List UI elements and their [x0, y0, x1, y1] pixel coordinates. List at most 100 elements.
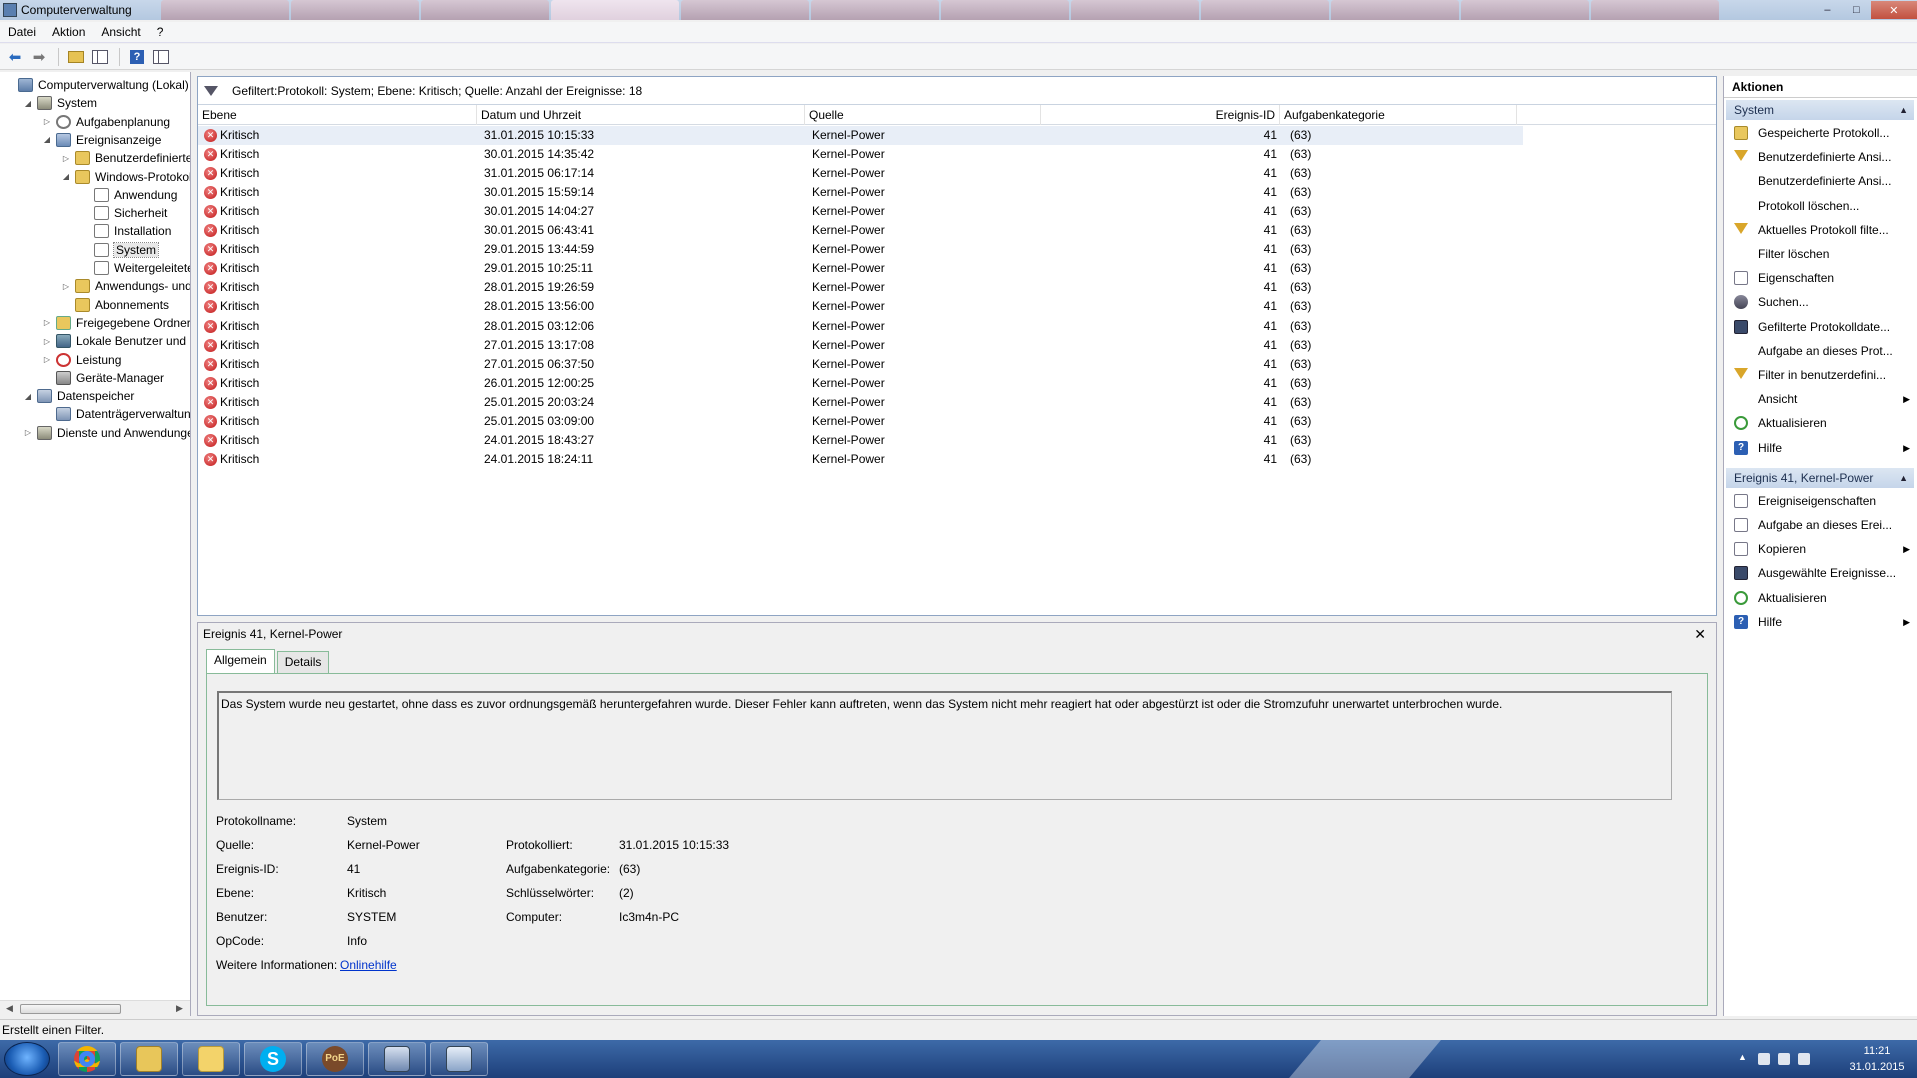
- expanded-arrow-icon[interactable]: ◢: [61, 172, 71, 181]
- taskbar-app-button[interactable]: [182, 1042, 240, 1076]
- browser-tab[interactable]: [1331, 0, 1459, 20]
- event-row[interactable]: ✕ Kritisch 27.01.2015 06:37:50 Kernel-Power…: [198, 355, 1523, 374]
- show-hide-action-pane-icon[interactable]: [150, 46, 172, 68]
- help-icon[interactable]: ?: [126, 46, 148, 68]
- event-row[interactable]: ✕ Kritisch 25.01.2015 20:03:24 Kernel-Power…: [198, 393, 1523, 412]
- tree-item[interactable]: System: [80, 241, 160, 259]
- taskbar-app-button[interactable]: [430, 1042, 488, 1076]
- taskbar-app-button[interactable]: PoE: [306, 1042, 364, 1076]
- browser-tab[interactable]: [1461, 0, 1589, 20]
- action-item[interactable]: Benutzerdefinierte Ansi...: [1724, 147, 1916, 167]
- event-row[interactable]: ✕ Kritisch 29.01.2015 13:44:59 Kernel-Power…: [198, 240, 1523, 259]
- tab-details[interactable]: Details: [276, 651, 330, 673]
- column-header-event-id[interactable]: Ereignis-ID: [1041, 105, 1280, 125]
- network-icon[interactable]: [1778, 1053, 1790, 1065]
- tree-item[interactable]: Datenträgerverwaltung: [42, 405, 190, 423]
- column-header-datetime[interactable]: Datum und Uhrzeit: [477, 105, 805, 125]
- collapsed-arrow-icon[interactable]: ▷: [42, 355, 52, 364]
- action-item[interactable]: Aktualisieren: [1724, 413, 1916, 433]
- event-description[interactable]: Das System wurde neu gestartet, ohne das…: [217, 691, 1672, 800]
- action-item[interactable]: ? Hilfe ▶: [1724, 438, 1916, 458]
- up-folder-icon[interactable]: [65, 46, 87, 68]
- action-group-event[interactable]: Ereignis 41, Kernel-Power ▲: [1726, 467, 1914, 488]
- browser-tab[interactable]: [291, 0, 419, 20]
- tree-item[interactable]: ▷ Aufgabenplanung: [42, 113, 170, 131]
- tree-horizontal-scrollbar[interactable]: ◀ ▶: [0, 1000, 190, 1016]
- column-header-source[interactable]: Quelle: [805, 105, 1041, 125]
- online-help-link[interactable]: Onlinehilfe: [340, 958, 397, 972]
- browser-tab[interactable]: [1071, 0, 1199, 20]
- browser-tab[interactable]: [811, 0, 939, 20]
- browser-tab[interactable]: [161, 0, 289, 20]
- collapse-caret-icon[interactable]: ▲: [1899, 468, 1908, 488]
- scrollbar-thumb[interactable]: [20, 1004, 121, 1014]
- column-header-task-category[interactable]: Aufgabenkategorie: [1280, 105, 1517, 125]
- tree-item[interactable]: Computerverwaltung (Lokal): [4, 76, 189, 94]
- tab-allgemein[interactable]: Allgemein: [206, 649, 275, 673]
- action-item[interactable]: Protokoll löschen...: [1724, 196, 1916, 216]
- scroll-right-icon[interactable]: ▶: [176, 1003, 183, 1014]
- event-row[interactable]: ✕ Kritisch 27.01.2015 13:17:08 Kernel-Power…: [198, 336, 1523, 355]
- action-item[interactable]: Suchen...: [1724, 292, 1916, 312]
- collapsed-arrow-icon[interactable]: ▷: [42, 117, 52, 126]
- tree-item[interactable]: ▷ Leistung: [42, 351, 121, 369]
- taskbar-app-button[interactable]: S: [244, 1042, 302, 1076]
- browser-tab[interactable]: [941, 0, 1069, 20]
- event-row[interactable]: ✕ Kritisch 30.01.2015 14:04:27 Kernel-Power…: [198, 202, 1523, 221]
- action-item[interactable]: Gefilterte Protokolldate...: [1724, 317, 1916, 337]
- expanded-arrow-icon[interactable]: ◢: [23, 99, 33, 108]
- collapsed-arrow-icon[interactable]: ▷: [61, 154, 71, 163]
- tree-item[interactable]: ▷ Anwendungs- und D: [61, 277, 190, 295]
- event-row[interactable]: ✕ Kritisch 28.01.2015 19:26:59 Kernel-Power…: [198, 278, 1523, 297]
- action-item[interactable]: ? Hilfe ▶: [1724, 612, 1916, 632]
- taskbar-app-button[interactable]: [368, 1042, 426, 1076]
- action-item[interactable]: Aktualisieren: [1724, 588, 1916, 608]
- clock-date[interactable]: 31.01.2015: [1846, 1061, 1908, 1073]
- show-hidden-icons-icon[interactable]: ▲: [1738, 1052, 1747, 1064]
- event-row[interactable]: ✕ Kritisch 24.01.2015 18:24:11 Kernel-Power…: [198, 450, 1523, 469]
- event-row[interactable]: ✕ Kritisch 31.01.2015 10:15:33 Kernel-Power…: [198, 126, 1523, 145]
- event-row[interactable]: ✕ Kritisch 30.01.2015 15:59:14 Kernel-Power…: [198, 183, 1523, 202]
- action-item[interactable]: Ereigniseigenschaften: [1724, 491, 1916, 511]
- minimize-button[interactable]: –: [1813, 1, 1842, 19]
- tree-item[interactable]: ▷ Benutzerdefinierte A: [61, 149, 190, 167]
- event-row[interactable]: ✕ Kritisch 30.01.2015 06:43:41 Kernel-Power…: [198, 221, 1523, 240]
- action-item[interactable]: Gespeicherte Protokoll...: [1724, 123, 1916, 143]
- tree-item[interactable]: Sicherheit: [80, 204, 167, 222]
- tree-item[interactable]: ◢ Windows-Protokolle: [61, 168, 190, 186]
- volume-icon[interactable]: [1798, 1053, 1810, 1065]
- action-item[interactable]: Filter in benutzerdefini...: [1724, 365, 1916, 385]
- action-item[interactable]: Eigenschaften: [1724, 268, 1916, 288]
- action-item[interactable]: Ausgewählte Ereignisse...: [1724, 563, 1916, 583]
- browser-tab[interactable]: [1591, 0, 1719, 20]
- event-row[interactable]: ✕ Kritisch 30.01.2015 14:35:42 Kernel-Power…: [198, 145, 1523, 164]
- clock-time[interactable]: 11:21: [1852, 1045, 1902, 1057]
- start-button[interactable]: [4, 1042, 50, 1076]
- collapse-caret-icon[interactable]: ▲: [1899, 100, 1908, 120]
- close-button[interactable]: ✕: [1870, 1, 1917, 19]
- event-row[interactable]: ✕ Kritisch 26.01.2015 12:00:25 Kernel-Power…: [198, 374, 1523, 393]
- browser-tab[interactable]: [421, 0, 549, 20]
- browser-tab[interactable]: [681, 0, 809, 20]
- expanded-arrow-icon[interactable]: ◢: [23, 392, 33, 401]
- collapsed-arrow-icon[interactable]: ▷: [23, 428, 33, 437]
- tree-item[interactable]: Geräte-Manager: [42, 369, 164, 387]
- collapsed-arrow-icon[interactable]: ▷: [61, 282, 71, 291]
- browser-tab[interactable]: [551, 0, 679, 20]
- show-hide-tree-icon[interactable]: [89, 46, 111, 68]
- tree-item[interactable]: Anwendung: [80, 186, 177, 204]
- menu-ansicht[interactable]: Ansicht: [93, 25, 148, 39]
- tree-item[interactable]: ▷ Lokale Benutzer und Gr: [42, 332, 190, 350]
- menu-help[interactable]: ?: [149, 25, 172, 39]
- event-row[interactable]: ✕ Kritisch 28.01.2015 03:12:06 Kernel-Power…: [198, 317, 1523, 336]
- collapsed-arrow-icon[interactable]: ▷: [42, 318, 52, 327]
- action-group-system[interactable]: System ▲: [1726, 100, 1914, 120]
- event-row[interactable]: ✕ Kritisch 24.01.2015 18:43:27 Kernel-Power…: [198, 431, 1523, 450]
- collapsed-arrow-icon[interactable]: ▷: [42, 337, 52, 346]
- close-icon[interactable]: ✕: [1694, 626, 1706, 643]
- action-item[interactable]: Ansicht ▶: [1724, 389, 1916, 409]
- scroll-left-icon[interactable]: ◀: [6, 1003, 13, 1014]
- action-item[interactable]: Filter löschen: [1724, 244, 1916, 264]
- action-item[interactable]: Kopieren ▶: [1724, 539, 1916, 559]
- event-row[interactable]: ✕ Kritisch 25.01.2015 03:09:00 Kernel-Power…: [198, 412, 1523, 431]
